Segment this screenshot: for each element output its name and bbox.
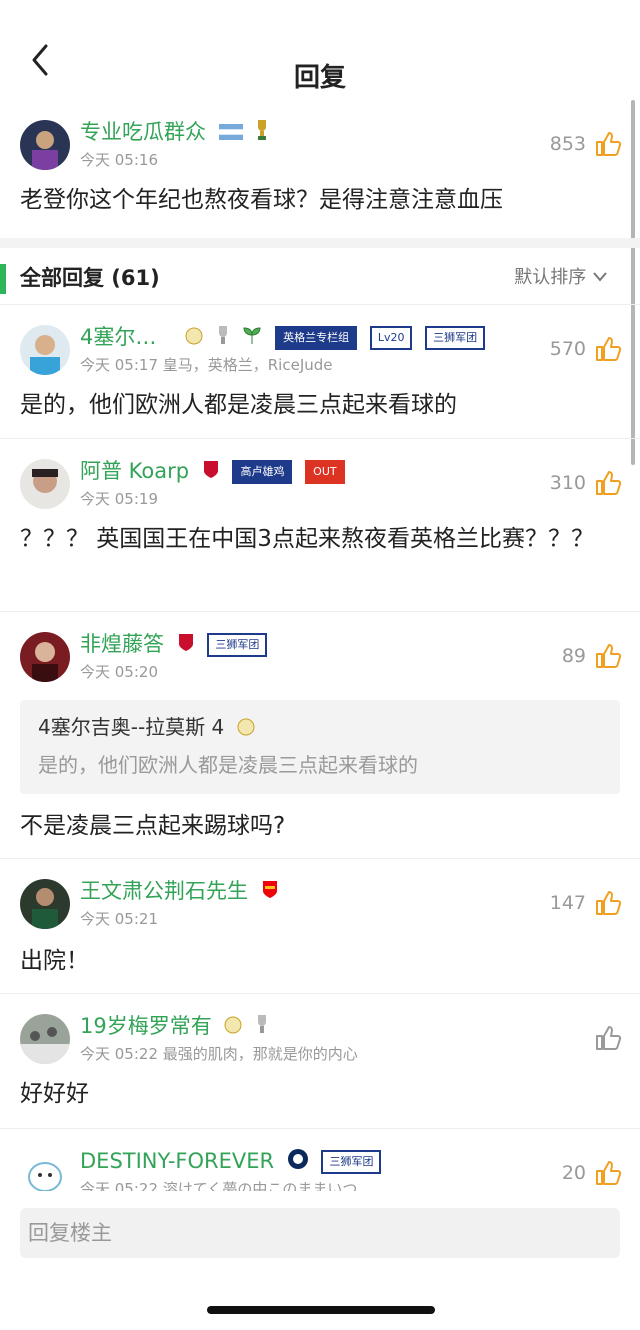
- thumbs-up-icon: [596, 644, 622, 668]
- trophy-icon: [255, 1013, 269, 1041]
- section-divider: [0, 238, 640, 248]
- badge-pill: 英格兰专栏组: [275, 326, 358, 350]
- like-button[interactable]: 853: [550, 130, 622, 158]
- comment-item: 4塞尔… 英格兰专栏组 Lv20 三狮军团 今天 05:17 皇马，英格兰，Ri…: [0, 305, 640, 438]
- real-madrid-crest-icon: [237, 714, 255, 744]
- reply-input[interactable]: 回复楼主: [20, 1208, 620, 1258]
- main-post: 专业吃瓜群众 今天 05:16 853 老登你这个年纪也熬夜看球？是得注意注意血…: [0, 100, 640, 240]
- nav-bar: 回复: [0, 20, 640, 100]
- comment-meta: 今天 05:21: [80, 910, 158, 928]
- club-crest-icon: [287, 1148, 309, 1177]
- like-button[interactable]: 89: [562, 642, 622, 670]
- comment-text: 好好好: [20, 1081, 89, 1107]
- like-count: 310: [549, 472, 586, 494]
- chevron-down-icon: [593, 272, 607, 282]
- comment-text: 出院！: [20, 948, 89, 974]
- quote-author: 4塞尔吉奥--拉莫斯 4: [38, 712, 255, 744]
- sort-label: 默认排序: [514, 267, 587, 288]
- replies-title: 全部回复 (61): [20, 266, 160, 290]
- trophy-icon: [255, 119, 269, 148]
- like-count: 147: [549, 892, 586, 914]
- username-text: DESTINY-FOREVER: [80, 1149, 275, 1173]
- thumbs-up-icon: [596, 891, 622, 915]
- avatar[interactable]: [20, 879, 70, 929]
- username-text: 专业吃瓜群众: [80, 120, 206, 144]
- avatar[interactable]: [20, 1149, 70, 1191]
- avatar[interactable]: [20, 120, 70, 170]
- liverpool-crest-icon: [202, 458, 220, 486]
- liverpool-crest-icon: [177, 631, 195, 659]
- replies-header: 全部回复 (61) 默认排序: [0, 248, 640, 304]
- badge-pill: 三狮军团: [321, 1150, 382, 1174]
- like-button[interactable]: 20: [562, 1159, 622, 1187]
- real-madrid-crest-icon: [224, 1013, 242, 1041]
- like-count: 570: [549, 338, 586, 360]
- avatar[interactable]: [20, 459, 70, 509]
- argentina-flag-icon: [218, 119, 243, 147]
- username[interactable]: 专业吃瓜群众: [80, 118, 269, 148]
- username-text: 4塞尔…: [80, 325, 157, 349]
- quote-text: 是的，他们欧洲人都是凌晨三点起来看球的: [38, 753, 418, 777]
- avatar[interactable]: [20, 1014, 70, 1064]
- trophy-icon: [216, 324, 230, 352]
- status-bar: [0, 0, 640, 20]
- comment-meta: 今天 05:22 最强的肌肉，那就是你的内心: [80, 1045, 358, 1063]
- quoted-reply[interactable]: 4塞尔吉奥--拉莫斯 4 是的，他们欧洲人都是凌晨三点起来看球的: [20, 700, 620, 794]
- page-title: 回复: [293, 63, 346, 93]
- username-text: 非煌藤答: [80, 632, 164, 656]
- like-count: 20: [561, 1162, 586, 1184]
- avatar[interactable]: [20, 632, 70, 682]
- sprout-icon: [242, 324, 262, 352]
- username[interactable]: 王文肃公荆石先生: [80, 877, 279, 906]
- arsenal-crest-icon: [261, 878, 279, 906]
- sort-dropdown[interactable]: 默认排序: [514, 260, 608, 296]
- reply-placeholder: 回复楼主: [28, 1221, 112, 1245]
- like-button[interactable]: 310: [550, 469, 622, 497]
- comment-item: 王文肃公荆石先生 今天 05:21 147 出院！: [0, 859, 640, 993]
- username-text: 王文肃公荆石先生: [80, 879, 248, 903]
- badge-pill: 三狮军团: [207, 633, 268, 657]
- username[interactable]: 非煌藤答 三狮军团: [80, 630, 268, 659]
- like-button[interactable]: 147: [550, 889, 622, 917]
- username[interactable]: 19岁梅罗常有: [80, 1012, 269, 1041]
- username[interactable]: DESTINY-FOREVER 三狮军团: [80, 1147, 382, 1177]
- comment-meta: 今天 05:22 溶けてく夢の中このままいつ: [80, 1180, 358, 1191]
- badge-pill: 高卢雄鸡: [232, 460, 293, 484]
- comment-text: ？？？ 英国国王在中国3点起来熬夜看英格兰比赛？？？: [20, 526, 594, 552]
- comment-text: 是的，他们欧洲人都是凌晨三点起来看球的: [20, 392, 457, 418]
- like-count: 89: [561, 645, 586, 667]
- thumbs-up-icon: [596, 132, 622, 156]
- badge-pill: 三狮军团: [425, 326, 486, 350]
- comment-item: 19岁梅罗常有 今天 05:22 最强的肌肉，那就是你的内心 好好好: [0, 994, 640, 1128]
- avatar[interactable]: [20, 325, 70, 375]
- thumbs-up-icon: [596, 337, 622, 361]
- comment-meta: 今天 05:20: [80, 663, 158, 681]
- thumbs-up-icon: [596, 1026, 622, 1050]
- quote-author-text: 4塞尔吉奥--拉莫斯 4: [38, 715, 225, 739]
- comment-meta: 今天 05:17 皇马，英格兰，RiceJude: [80, 356, 333, 374]
- comment-item: 阿普 Koarp 高卢雄鸡 OUT 今天 05:19 310 ？？？ 英国国王在…: [0, 439, 640, 611]
- username[interactable]: 4塞尔… 英格兰专栏组 Lv20 三狮军团: [80, 323, 486, 352]
- comment-text: 不是凌晨三点起来踢球吗?: [20, 813, 286, 839]
- like-count: 853: [549, 133, 586, 155]
- real-madrid-crest-icon: [185, 324, 203, 352]
- username[interactable]: 阿普 Koarp 高卢雄鸡 OUT: [80, 457, 345, 486]
- out-badge: OUT: [305, 460, 345, 484]
- section-accent-bar: [0, 264, 6, 294]
- thumbs-up-icon: [596, 1161, 622, 1185]
- like-button[interactable]: 570: [550, 335, 622, 363]
- username-text: 阿普 Koarp: [80, 459, 190, 483]
- username-text: 19岁梅罗常有: [80, 1014, 212, 1038]
- like-button[interactable]: [594, 1024, 622, 1052]
- level-badge: Lv20: [369, 326, 413, 350]
- comment-item: DESTINY-FOREVER 三狮军团 今天 05:22 溶けてく夢の中このま…: [0, 1129, 640, 1191]
- post-time: 今天 05:16: [80, 151, 158, 169]
- comment-meta: 今天 05:19: [80, 490, 158, 508]
- home-indicator[interactable]: [207, 1306, 435, 1314]
- thumbs-up-icon: [596, 471, 622, 495]
- post-text: 老登你这个年纪也熬夜看球？是得注意注意血压: [20, 187, 503, 213]
- comment-item: 非煌藤答 三狮军团 今天 05:20 89 4塞尔吉奥--拉莫斯 4 是的，他们…: [0, 612, 640, 858]
